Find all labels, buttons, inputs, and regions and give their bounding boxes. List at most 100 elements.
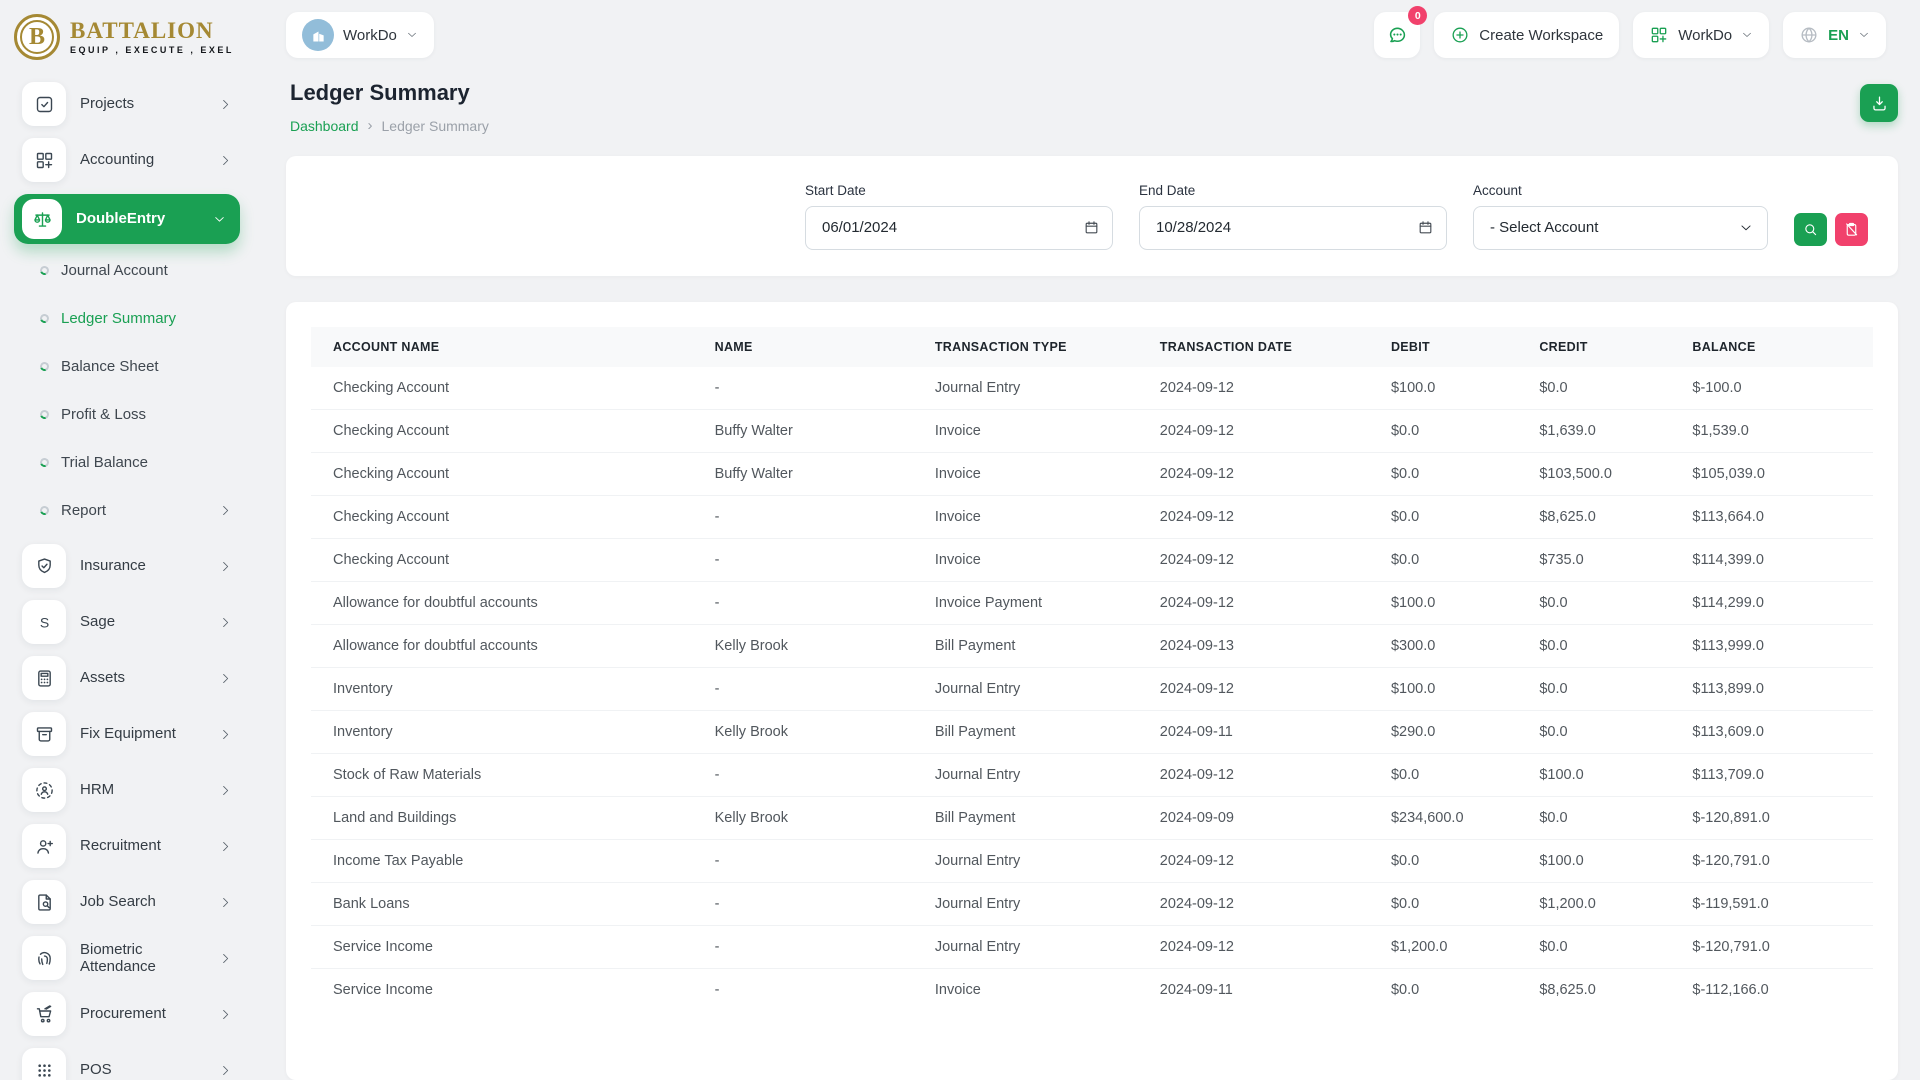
sidebar-item-accounting[interactable]: Accounting: [22, 138, 232, 182]
table-cell: $-119,591.0: [1682, 882, 1873, 926]
sidebar-item-sage[interactable]: S Sage: [22, 600, 232, 644]
column-header: DEBIT: [1380, 327, 1530, 367]
table-header-row: ACCOUNT NAME NAME TRANSACTION TYPE TRANSACT…: [311, 327, 1873, 367]
bullet-icon: [38, 456, 51, 468]
table-cell: Income Tax Payable: [311, 839, 705, 883]
sidebar-item-insurance[interactable]: Insurance: [22, 544, 232, 588]
table-cell: Journal Entry: [924, 882, 1150, 926]
table-cell: Journal Entry: [924, 667, 1150, 711]
table-row: Checking Account Buffy Walter Invoice 2024-…: [311, 409, 1873, 453]
workspace-selector[interactable]: WorkDo: [286, 12, 434, 58]
table-cell: Checking Account: [311, 409, 705, 453]
table-cell: 2024-09-12: [1149, 753, 1381, 797]
chat-button[interactable]: 0: [1374, 6, 1428, 58]
brand-logo[interactable]: B BATTALION EQUIP , EXECUTE , EXEL: [0, 0, 280, 72]
table-body: Checking Account - Journal Entry 2024-09-12…: [311, 367, 1873, 1011]
sidebar-item-double-entry[interactable]: DoubleEntry: [14, 194, 240, 244]
chevron-right-icon: [219, 154, 232, 167]
sidebar-subitem-profit-loss[interactable]: Profit & Loss: [38, 400, 232, 428]
workdo-menu[interactable]: WorkDo: [1633, 12, 1770, 58]
bullet-icon: [38, 360, 51, 372]
table-cell: Buffy Walter: [704, 452, 925, 496]
table-cell: $113,899.0: [1682, 667, 1873, 711]
workspace-label: WorkDo: [343, 26, 397, 44]
breadcrumb: Dashboard › Ledger Summary: [290, 117, 489, 134]
table-cell: Land and Buildings: [311, 796, 705, 840]
table-cell: $735.0: [1529, 538, 1683, 582]
table-cell: Bill Payment: [924, 624, 1150, 668]
table-row: Stock of Raw Materials - Journal Entry 2024…: [311, 753, 1873, 797]
recruitment-icon: [22, 824, 66, 868]
table-cell: Kelly Brook: [704, 796, 925, 840]
breadcrumb-dashboard-link[interactable]: Dashboard: [290, 118, 359, 134]
column-header: TRANSACTION TYPE: [924, 327, 1150, 367]
sidebar-item-label: Accounting: [80, 151, 155, 169]
sidebar-subitem-report[interactable]: Report: [38, 496, 232, 524]
account-select[interactable]: - Select Account: [1473, 205, 1768, 250]
page-title: Ledger Summary: [290, 80, 470, 105]
sidebar-item-assets[interactable]: Assets: [22, 656, 232, 700]
table-cell: $103,500.0: [1529, 452, 1683, 496]
start-date-input[interactable]: [805, 205, 1113, 250]
create-workspace-button[interactable]: Create Workspace: [1434, 12, 1620, 58]
sidebar-item-fix-equipment[interactable]: Fix Equipment: [22, 712, 232, 756]
sidebar-subitem-balance-sheet[interactable]: Balance Sheet: [38, 352, 232, 380]
table-cell: Invoice: [924, 968, 1150, 1011]
sidebar-item-projects[interactable]: Projects: [22, 82, 232, 126]
sidebar-item-pos[interactable]: POS: [22, 1048, 232, 1080]
sidebar-item-hrm[interactable]: HRM: [22, 768, 232, 812]
table-cell: 2024-09-12: [1149, 538, 1381, 582]
sidebar-item-job-search[interactable]: Job Search: [22, 880, 232, 924]
table-cell: -: [704, 538, 925, 582]
table-cell: 2024-09-12: [1149, 839, 1381, 883]
table-cell: $8,625.0: [1529, 495, 1683, 539]
table-cell: $113,709.0: [1682, 753, 1873, 797]
main-area: WorkDo 0 Create Workspace WorkDo EN Ledg…: [280, 0, 1920, 1080]
table-cell: $114,299.0: [1682, 581, 1873, 625]
sidebar-subitem-journal-account[interactable]: Journal Account: [38, 256, 232, 284]
account-label: Account: [1473, 182, 1522, 198]
apply-filter-button[interactable]: [1794, 212, 1827, 246]
table-cell: 2024-09-12: [1149, 882, 1381, 926]
sidebar-item-label: Insurance: [80, 557, 146, 575]
reset-filter-button[interactable]: [1835, 212, 1868, 246]
download-icon: [1870, 94, 1889, 113]
table-cell: 2024-09-12: [1149, 409, 1381, 453]
table-cell: Checking Account: [311, 452, 705, 496]
table-cell: $0.0: [1529, 925, 1683, 969]
table-cell: $0.0: [1529, 796, 1683, 840]
language-selector[interactable]: EN: [1783, 12, 1886, 58]
sidebar-subitem-label: Trial Balance: [61, 453, 148, 471]
sidebar-item-label: Procurement: [80, 1005, 166, 1023]
table-cell: $300.0: [1380, 624, 1530, 668]
table-cell: $1,200.0: [1529, 882, 1683, 926]
export-button[interactable]: [1860, 84, 1898, 122]
table-cell: $0.0: [1380, 538, 1530, 582]
sidebar: B BATTALION EQUIP , EXECUTE , EXEL Proje…: [0, 0, 280, 1080]
end-date-input[interactable]: [1139, 205, 1447, 250]
sidebar-item-biometric-attendance[interactable]: Biometric Attendance: [22, 936, 232, 980]
bullet-icon: [38, 408, 51, 420]
bullet-icon: [38, 504, 51, 516]
sidebar-subitem-ledger-summary[interactable]: Ledger Summary: [38, 304, 232, 332]
table-row: Inventory - Journal Entry 2024-09-12 $100.0 $…: [311, 667, 1873, 711]
column-header: TRANSACTION DATE: [1149, 327, 1381, 367]
projects-icon: [22, 82, 66, 126]
fix-equipment-icon: [22, 712, 66, 756]
table-cell: Allowance for doubtful accounts: [311, 581, 705, 625]
sidebar-item-label: Assets: [80, 669, 126, 687]
bullet-icon: [38, 264, 51, 276]
table-cell: $0.0: [1380, 409, 1530, 453]
sidebar-subitem-trial-balance[interactable]: Trial Balance: [38, 448, 232, 476]
sidebar-item-procurement[interactable]: Procurement: [22, 992, 232, 1036]
sidebar-item-label: Projects: [80, 95, 135, 113]
table-cell: Journal Entry: [934, 380, 1021, 396]
chevron-right-icon: [219, 952, 232, 965]
grid-plus-icon: [1649, 25, 1669, 45]
table-cell: -: [704, 968, 925, 1011]
sidebar-item-recruitment[interactable]: Recruitment: [22, 824, 232, 868]
table-cell: Invoice: [924, 409, 1150, 453]
table-cell: $1,539.0: [1682, 409, 1873, 453]
table-cell: -: [704, 667, 925, 711]
chevron-right-icon: [219, 784, 232, 797]
